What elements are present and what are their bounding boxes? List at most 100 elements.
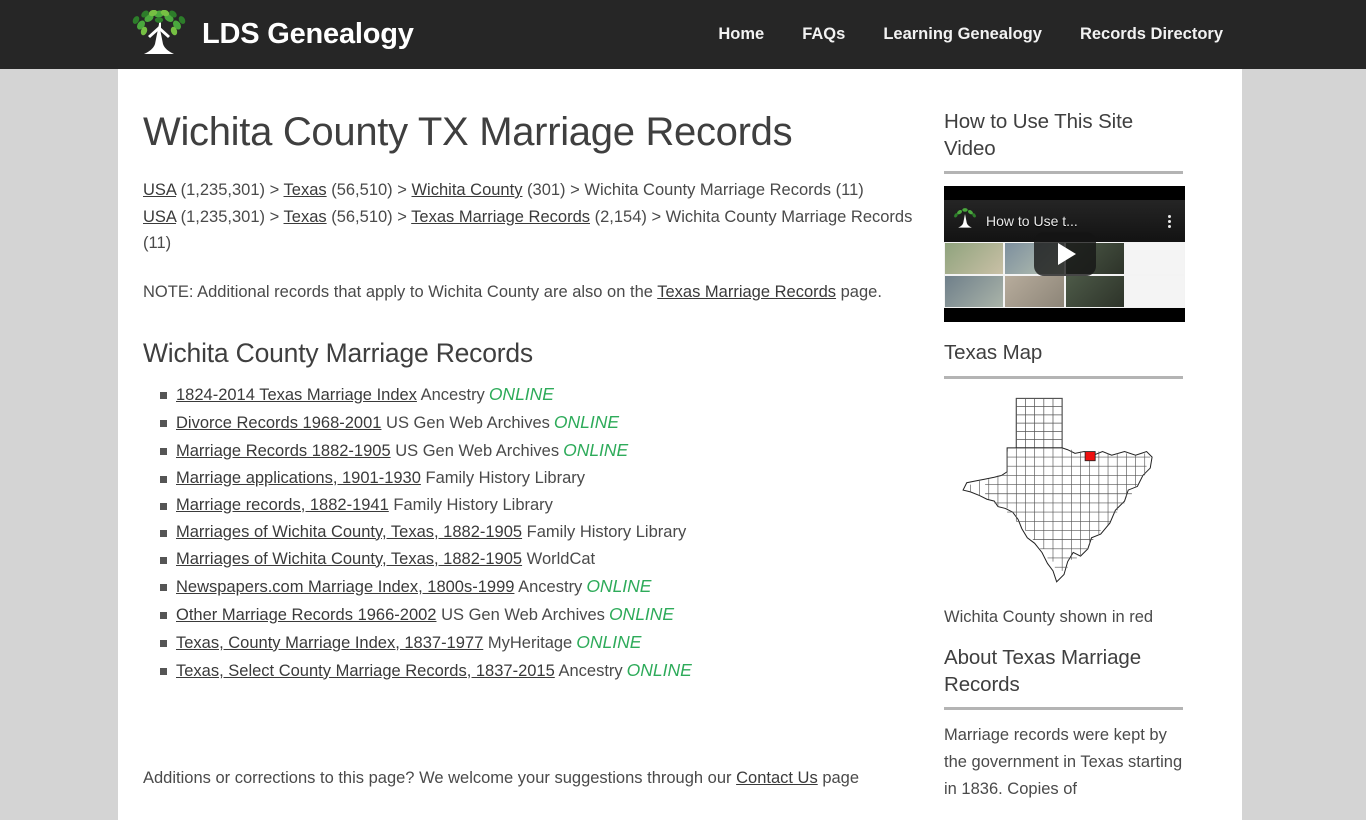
page-title: Wichita County TX Marriage Records bbox=[143, 110, 793, 154]
note-paragraph: NOTE: Additional records that apply to W… bbox=[143, 279, 918, 305]
tree-logo-icon bbox=[126, 9, 192, 60]
widget-divider bbox=[944, 171, 1183, 175]
map-widget: Texas Map Wichita County shown in red bbox=[944, 340, 1183, 627]
record-source: WorldCat bbox=[526, 549, 596, 568]
record-link[interactable]: Divorce Records 1968-2001 bbox=[176, 414, 381, 432]
online-badge: ONLINE bbox=[608, 603, 675, 624]
footnote: Additions or corrections to this page? W… bbox=[143, 765, 918, 791]
thumb-cell bbox=[945, 276, 1004, 308]
record-link[interactable]: Marriages of Wichita County, Texas, 1882… bbox=[176, 523, 522, 541]
note-link-texas-marriage-records[interactable]: Texas Marriage Records bbox=[657, 283, 836, 301]
record-link[interactable]: Other Marriage Records 1966-2002 bbox=[176, 606, 436, 624]
footnote-link-contact-us[interactable]: Contact Us bbox=[736, 769, 818, 787]
thumb-cell bbox=[1125, 243, 1184, 275]
breadcrumb: USA (1,235,301) > Texas (56,510) > Wichi… bbox=[143, 177, 918, 257]
record-link[interactable]: Marriages of Wichita County, Texas, 1882… bbox=[176, 550, 522, 568]
online-badge: ONLINE bbox=[576, 631, 642, 652]
footnote-prefix: Additions or corrections to this page? W… bbox=[143, 768, 737, 787]
texas-map-svg bbox=[962, 397, 1153, 583]
nav-learning-genealogy[interactable]: Learning Genealogy bbox=[883, 25, 1042, 44]
record-source: Ancestry bbox=[518, 577, 583, 596]
widget-divider bbox=[944, 375, 1183, 379]
record-link[interactable]: 1824-2014 Texas Marriage Index bbox=[176, 386, 417, 404]
brand-link[interactable]: LDS Genealogy bbox=[126, 9, 414, 60]
breadcrumb-row-1: USA (1,235,301) > Texas (56,510) > Wichi… bbox=[143, 181, 864, 199]
record-source: Ancestry bbox=[420, 385, 485, 404]
record-list-item: Marriages of Wichita County, Texas, 1882… bbox=[143, 546, 918, 573]
breadcrumb2-link-texas[interactable]: Texas bbox=[284, 208, 327, 226]
section-title: Wichita County Marriage Records bbox=[143, 337, 533, 368]
record-source: US Gen Web Archives bbox=[386, 413, 550, 432]
note-suffix: page. bbox=[836, 283, 882, 302]
video-widget: How to Use This Site Video How to Use t.… bbox=[944, 109, 1185, 323]
map-widget-title: Texas Map bbox=[944, 341, 1043, 365]
record-source: Family History Library bbox=[393, 495, 553, 514]
breadcrumb-usa-count: (1,235,301) > bbox=[176, 181, 284, 199]
record-list-item: Other Marriage Records 1966-2002 US Gen … bbox=[143, 601, 918, 629]
breadcrumb2-link-usa[interactable]: USA bbox=[143, 208, 176, 226]
nav-records-directory[interactable]: Records Directory bbox=[1080, 25, 1223, 44]
video-widget-title: How to Use This Site Video bbox=[944, 110, 1134, 160]
breadcrumb2-link-texas-marriage-records[interactable]: Texas Marriage Records bbox=[411, 208, 590, 226]
record-list-item: Marriage applications, 1901-1930 Family … bbox=[143, 465, 918, 492]
record-list-item: Texas, County Marriage Index, 1837-1977 … bbox=[143, 629, 918, 657]
main-content: Wichita County TX Marriage Records USA (… bbox=[118, 69, 918, 820]
thumb-cell bbox=[945, 243, 1004, 275]
kebab-menu-icon[interactable] bbox=[1168, 214, 1171, 228]
record-list-item: 1824-2014 Texas Marriage Index Ancestry O… bbox=[143, 381, 918, 409]
record-list-item: Marriage records, 1882-1941 Family Histo… bbox=[143, 492, 918, 519]
video-player[interactable]: How to Use t... bbox=[944, 186, 1185, 323]
record-link[interactable]: Texas, Select County Marriage Records, 1… bbox=[176, 662, 555, 680]
record-list-item: Texas, Select County Marriage Records, 1… bbox=[143, 657, 918, 685]
record-source: US Gen Web Archives bbox=[441, 605, 605, 624]
breadcrumb2-state-count: (2,154) > bbox=[590, 207, 666, 226]
record-list-item: Newspapers.com Marriage Index, 1800s-199… bbox=[143, 573, 918, 601]
online-badge: ONLINE bbox=[488, 383, 554, 404]
video-channel-logo-icon bbox=[950, 206, 980, 237]
record-link[interactable]: Marriage Records 1882-1905 bbox=[176, 442, 391, 460]
widget-divider bbox=[944, 707, 1183, 711]
record-source: Family History Library bbox=[526, 522, 687, 541]
record-list: 1824-2014 Texas Marriage Index Ancestry O… bbox=[143, 381, 918, 685]
footnote-suffix: page bbox=[817, 768, 860, 787]
record-source: Family History Library bbox=[425, 468, 586, 487]
record-source: US Gen Web Archives bbox=[395, 441, 560, 460]
breadcrumb-county-count: (301) > bbox=[522, 181, 585, 199]
thumb-cell bbox=[1065, 276, 1124, 308]
nav-faqs[interactable]: FAQs bbox=[802, 25, 845, 44]
breadcrumb-row-2: USA (1,235,301) > Texas (56,510) > Texas… bbox=[143, 208, 912, 253]
record-link[interactable]: Marriage applications, 1901-1930 bbox=[176, 469, 421, 487]
online-badge: ONLINE bbox=[553, 411, 620, 432]
breadcrumb-link-texas[interactable]: Texas bbox=[284, 181, 327, 199]
play-button-icon[interactable] bbox=[1033, 232, 1096, 277]
online-badge: ONLINE bbox=[626, 659, 692, 680]
record-link[interactable]: Newspapers.com Marriage Index, 1800s-199… bbox=[176, 578, 514, 596]
about-widget: About Texas Marriage Records Marriage re… bbox=[944, 645, 1183, 802]
wichita-county-highlight bbox=[1084, 451, 1096, 462]
breadcrumb-texas-count: (56,510) > bbox=[326, 181, 412, 199]
note-prefix: NOTE: Additional records that apply to W… bbox=[143, 283, 658, 302]
texas-county-map bbox=[944, 391, 1185, 596]
thumb-cell bbox=[1005, 276, 1064, 308]
record-list-item: Marriages of Wichita County, Texas, 1882… bbox=[143, 519, 918, 546]
video-player-title: How to Use t... bbox=[986, 213, 1078, 230]
breadcrumb-current-1: Wichita County Marriage Records (11) bbox=[584, 181, 864, 199]
page-container: Wichita County TX Marriage Records USA (… bbox=[118, 69, 1242, 820]
record-link[interactable]: Texas, County Marriage Index, 1837-1977 bbox=[176, 634, 483, 652]
play-triangle bbox=[1057, 243, 1076, 266]
record-list-item: Marriage Records 1882-1905 US Gen Web Ar… bbox=[143, 437, 918, 465]
thumb-cell bbox=[1125, 276, 1184, 308]
record-source: Ancestry bbox=[558, 661, 623, 680]
online-badge: ONLINE bbox=[563, 439, 629, 460]
breadcrumb-link-usa[interactable]: USA bbox=[143, 181, 176, 199]
sidebar: How to Use This Site Video How to Use t.… bbox=[918, 69, 1217, 820]
record-link[interactable]: Marriage records, 1882-1941 bbox=[176, 496, 389, 514]
about-widget-title: About Texas Marriage Records bbox=[944, 645, 1142, 696]
brand-name: LDS Genealogy bbox=[202, 18, 414, 50]
breadcrumb-link-wichita-county[interactable]: Wichita County bbox=[411, 181, 522, 199]
nav-home[interactable]: Home bbox=[718, 25, 764, 44]
map-caption: Wichita County shown in red bbox=[944, 607, 1154, 626]
site-header: LDS Genealogy Home FAQs Learning Genealo… bbox=[0, 0, 1366, 69]
record-source: MyHeritage bbox=[487, 633, 573, 652]
breadcrumb2-texas-count: (56,510) > bbox=[326, 207, 412, 226]
